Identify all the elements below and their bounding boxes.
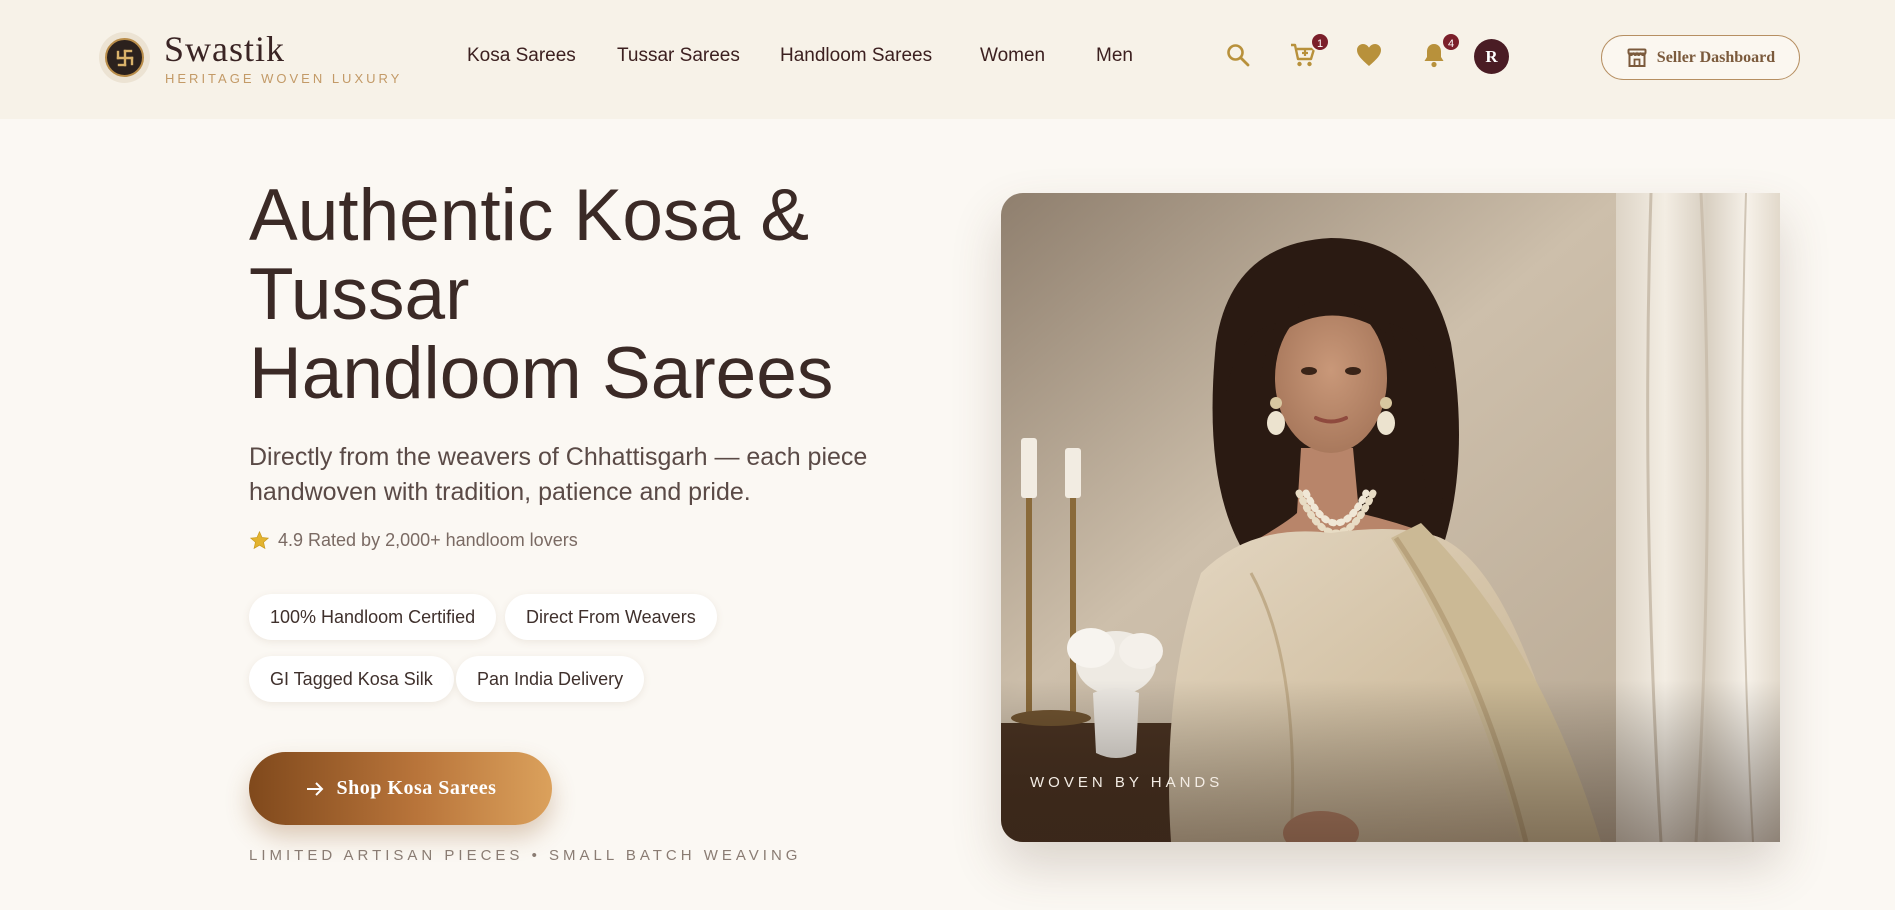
- cart-count-badge: 1: [1310, 32, 1330, 52]
- badge-direct-from-weavers: Direct From Weavers: [505, 594, 717, 640]
- badge-pan-india-delivery: Pan India Delivery: [456, 656, 645, 702]
- nav-item-women[interactable]: Women: [980, 45, 1045, 67]
- wishlist-button[interactable]: [1354, 40, 1384, 70]
- search-button[interactable]: [1223, 40, 1253, 70]
- notification-count-badge: 4: [1441, 32, 1461, 52]
- rating-text: 4.9 Rated by 2,000+ handloom lovers: [278, 530, 578, 550]
- brand-name[interactable]: Swastik: [164, 28, 285, 70]
- hero-model-image: WOVEN BY HANDS: [1001, 193, 1780, 842]
- site-header: Swastik HERITAGE WOVEN LUXURY Kosa Saree…: [0, 0, 1895, 119]
- store-icon: [1627, 48, 1647, 67]
- seller-dashboard-button[interactable]: Seller Dashboard: [1601, 35, 1800, 80]
- user-avatar[interactable]: R: [1474, 39, 1509, 74]
- hero-title: Authentic Kosa & Tussar Handloom Sarees: [249, 176, 929, 413]
- badge-gi-tagged: GI Tagged Kosa Silk: [249, 656, 454, 702]
- star-icon: [249, 530, 270, 550]
- heart-icon: [1357, 44, 1381, 66]
- hero-subtitle: Directly from the weavers of Chhattisgar…: [249, 443, 868, 506]
- notifications-button[interactable]: 4: [1419, 32, 1461, 70]
- seller-dashboard-label: Seller Dashboard: [1656, 48, 1776, 66]
- nav-item-men[interactable]: Men: [1096, 45, 1133, 67]
- rating-row: 4.9 Rated by 2,000+ handloom lovers: [249, 530, 578, 551]
- image-caption: WOVEN BY HANDS: [1030, 774, 1224, 791]
- hero-title-line3: Handloom Sarees: [249, 333, 834, 414]
- brand-logo[interactable]: [99, 32, 150, 83]
- shop-kosa-sarees-button[interactable]: Shop Kosa Sarees: [249, 752, 552, 825]
- cart-button[interactable]: 1: [1288, 32, 1330, 70]
- artisan-footnote: LIMITED ARTISAN PIECES • SMALL BATCH WEA…: [249, 847, 802, 864]
- cta-label: Shop Kosa Sarees: [336, 777, 497, 799]
- hero-title-line1: Authentic Kosa &: [249, 175, 810, 256]
- brand-tagline: HERITAGE WOVEN LUXURY: [165, 71, 403, 86]
- swastika-emblem-icon: [105, 38, 144, 77]
- nav-item-kosa-sarees[interactable]: Kosa Sarees: [467, 45, 576, 67]
- nav-item-tussar-sarees[interactable]: Tussar Sarees: [617, 45, 740, 67]
- search-icon: [1227, 44, 1250, 67]
- arrow-right-icon: [306, 781, 323, 796]
- badge-handloom-certified: 100% Handloom Certified: [249, 594, 497, 640]
- nav-item-handloom-sarees[interactable]: Handloom Sarees: [780, 45, 932, 67]
- hero-title-line2: Tussar: [249, 254, 470, 335]
